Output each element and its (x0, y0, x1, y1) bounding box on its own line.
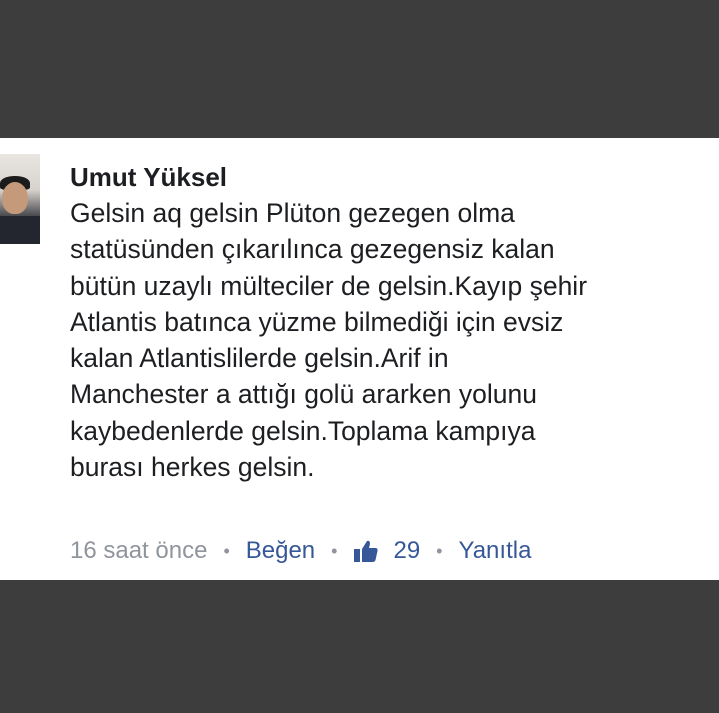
comment-actions: 16 saat önce • Beğen • 29 • Yanıtla (70, 534, 531, 568)
thumbs-up-icon (354, 540, 379, 562)
separator-dot: • (436, 540, 443, 561)
like-count[interactable]: 29 (353, 537, 420, 565)
separator-dot: • (223, 540, 230, 561)
comment-card: Umut Yüksel Gelsin aq gelsin Plüton geze… (0, 138, 719, 580)
avatar-face (2, 182, 28, 214)
bottom-frame (0, 580, 719, 713)
reply-button[interactable]: Yanıtla (458, 537, 531, 565)
avatar[interactable] (0, 154, 40, 244)
author-name[interactable]: Umut Yüksel (70, 160, 710, 194)
top-frame (0, 0, 719, 138)
like-count-value: 29 (393, 537, 421, 564)
timestamp[interactable]: 16 saat önce (70, 537, 207, 565)
avatar-shirt (0, 216, 40, 244)
comment-content: Umut Yüksel Gelsin aq gelsin Plüton geze… (70, 160, 710, 485)
like-button[interactable]: Beğen (246, 537, 315, 565)
comment-text: Gelsin aq gelsin Plüton gezegen olma sta… (70, 198, 588, 483)
separator-dot: • (331, 540, 338, 561)
